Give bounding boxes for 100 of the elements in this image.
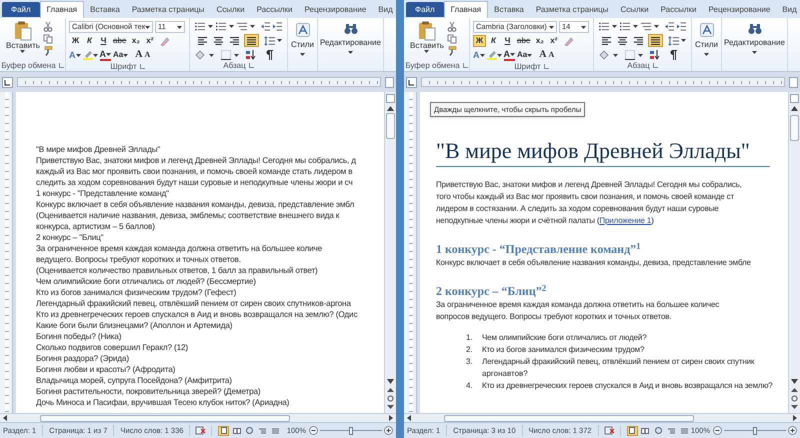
line-spacing-icon[interactable] <box>668 36 679 46</box>
zoom-slider-thumb[interactable] <box>349 426 353 434</box>
shrink-font-button[interactable]: A <box>144 50 150 60</box>
scroll-left-icon[interactable] <box>407 415 411 421</box>
scroll-up-icon[interactable] <box>791 106 798 111</box>
format-button[interactable]: Ч <box>501 35 514 47</box>
format-button[interactable]: x₂ <box>533 35 546 47</box>
sort-icon[interactable] <box>246 50 256 60</box>
format-button[interactable]: abe <box>515 35 532 47</box>
zoom-out-icon[interactable] <box>309 426 318 435</box>
tab-selector-icon[interactable] <box>406 76 417 88</box>
dialog-launcher-icon[interactable] <box>462 63 468 68</box>
proofing-icon[interactable] <box>604 426 615 435</box>
scroll-thumb[interactable] <box>444 414 694 422</box>
format-button[interactable]: Ж <box>473 35 486 47</box>
format-button[interactable]: К <box>487 35 500 47</box>
format-button[interactable]: Ч <box>97 35 110 47</box>
clear-formatting-icon[interactable] <box>563 36 574 46</box>
view-ruler-icon[interactable] <box>789 76 798 88</box>
ribbon-tab[interactable]: Вставка <box>488 2 530 17</box>
styles-button[interactable]: Стили <box>692 18 722 71</box>
clear-formatting-icon[interactable] <box>159 36 170 46</box>
decrease-indent-icon[interactable] <box>664 22 674 31</box>
scroll-right-icon[interactable] <box>793 415 797 421</box>
editing-button[interactable]: Редактирование <box>318 18 384 71</box>
ruler-toggle-icon[interactable] <box>790 94 799 103</box>
ribbon-tab[interactable]: Главная <box>444 1 488 18</box>
tab-selector-icon[interactable] <box>2 76 13 88</box>
text-effects-button[interactable]: A <box>473 50 484 60</box>
view-button[interactable] <box>666 426 677 436</box>
view-button[interactable] <box>640 426 651 436</box>
change-case-button[interactable]: Aa <box>517 50 532 60</box>
ribbon-tab[interactable]: Вставка <box>84 2 126 17</box>
alignment-button[interactable] <box>615 34 630 47</box>
decrease-indent-icon[interactable] <box>260 22 270 31</box>
browse-object-icon[interactable] <box>387 395 394 402</box>
multilevel-list-icon[interactable] <box>236 22 247 31</box>
format-button[interactable]: x² <box>143 35 156 47</box>
ribbon-tab[interactable]: Рецензирование <box>298 2 372 17</box>
font-color-button[interactable]: A <box>100 49 111 61</box>
numbered-list-icon[interactable] <box>216 22 226 31</box>
zoom-out-icon[interactable] <box>713 426 722 435</box>
shading-icon[interactable] <box>599 50 610 60</box>
view-button[interactable] <box>652 426 664 436</box>
previous-page-icon[interactable] <box>387 387 394 393</box>
text-effects-button[interactable]: A <box>69 50 80 60</box>
ribbon-tab[interactable]: Главная <box>40 1 84 18</box>
alignment-button[interactable] <box>599 34 614 47</box>
pilcrow-icon[interactable] <box>265 50 273 60</box>
styles-button[interactable]: Стили <box>288 18 318 71</box>
ribbon-tab[interactable]: Разметка страницы <box>126 2 210 17</box>
format-button[interactable]: x² <box>547 35 560 47</box>
shading-icon[interactable] <box>195 50 206 60</box>
scroll-thumb[interactable] <box>386 113 395 139</box>
view-button[interactable] <box>626 426 638 436</box>
format-button[interactable]: К <box>83 35 96 47</box>
scroll-down-icon[interactable] <box>791 379 798 384</box>
view-button[interactable] <box>257 426 268 436</box>
ribbon-tab[interactable]: Рецензирование <box>702 2 776 17</box>
format-painter-icon[interactable] <box>446 46 457 56</box>
format-button[interactable]: Ж <box>69 35 82 47</box>
highlight-button[interactable] <box>486 50 502 60</box>
grow-font-button[interactable]: A <box>135 50 142 60</box>
borders-icon[interactable] <box>625 50 635 60</box>
alignment-button[interactable] <box>195 34 210 47</box>
next-page-icon[interactable] <box>387 404 394 410</box>
scroll-thumb[interactable] <box>790 115 799 141</box>
ruler-toggle-icon[interactable] <box>386 94 395 103</box>
zoom-slider[interactable] <box>320 426 382 434</box>
ribbon-tab[interactable]: Рассылки <box>250 2 299 17</box>
scroll-up-icon[interactable] <box>387 106 394 111</box>
proofing-icon[interactable] <box>195 426 206 435</box>
ribbon-tab[interactable]: Ссылки <box>210 2 251 17</box>
ribbon-tab[interactable]: Ссылки <box>614 2 655 17</box>
ribbon-tab[interactable]: Вид <box>372 2 396 17</box>
sort-icon[interactable] <box>650 50 660 60</box>
numbered-list-icon[interactable] <box>620 22 630 31</box>
previous-page-icon[interactable] <box>791 387 798 393</box>
editing-button[interactable]: Редактирование <box>722 18 788 71</box>
scroll-thumb[interactable] <box>40 414 290 422</box>
grow-font-button[interactable]: A <box>539 50 546 60</box>
change-case-button[interactable]: Aa <box>113 50 128 60</box>
format-button[interactable]: x₂ <box>129 35 142 47</box>
increase-indent-icon[interactable] <box>676 22 686 31</box>
appendix-link[interactable]: Приложение 1 <box>599 216 652 225</box>
dialog-launcher-icon[interactable] <box>140 64 145 69</box>
cut-icon[interactable] <box>42 22 53 32</box>
highlight-button[interactable] <box>82 50 98 60</box>
view-button[interactable] <box>231 426 242 436</box>
font-color-button[interactable]: A <box>504 49 515 61</box>
view-button[interactable] <box>678 426 690 436</box>
view-button[interactable] <box>244 426 256 436</box>
copy-icon[interactable] <box>446 34 457 44</box>
alignment-button[interactable] <box>648 34 663 47</box>
browse-object-icon[interactable] <box>791 395 798 402</box>
view-button[interactable] <box>218 426 230 436</box>
alignment-button[interactable] <box>244 34 259 47</box>
increase-indent-icon[interactable] <box>272 22 282 31</box>
scroll-down-icon[interactable] <box>387 379 394 384</box>
view-ruler-icon[interactable] <box>385 76 394 88</box>
